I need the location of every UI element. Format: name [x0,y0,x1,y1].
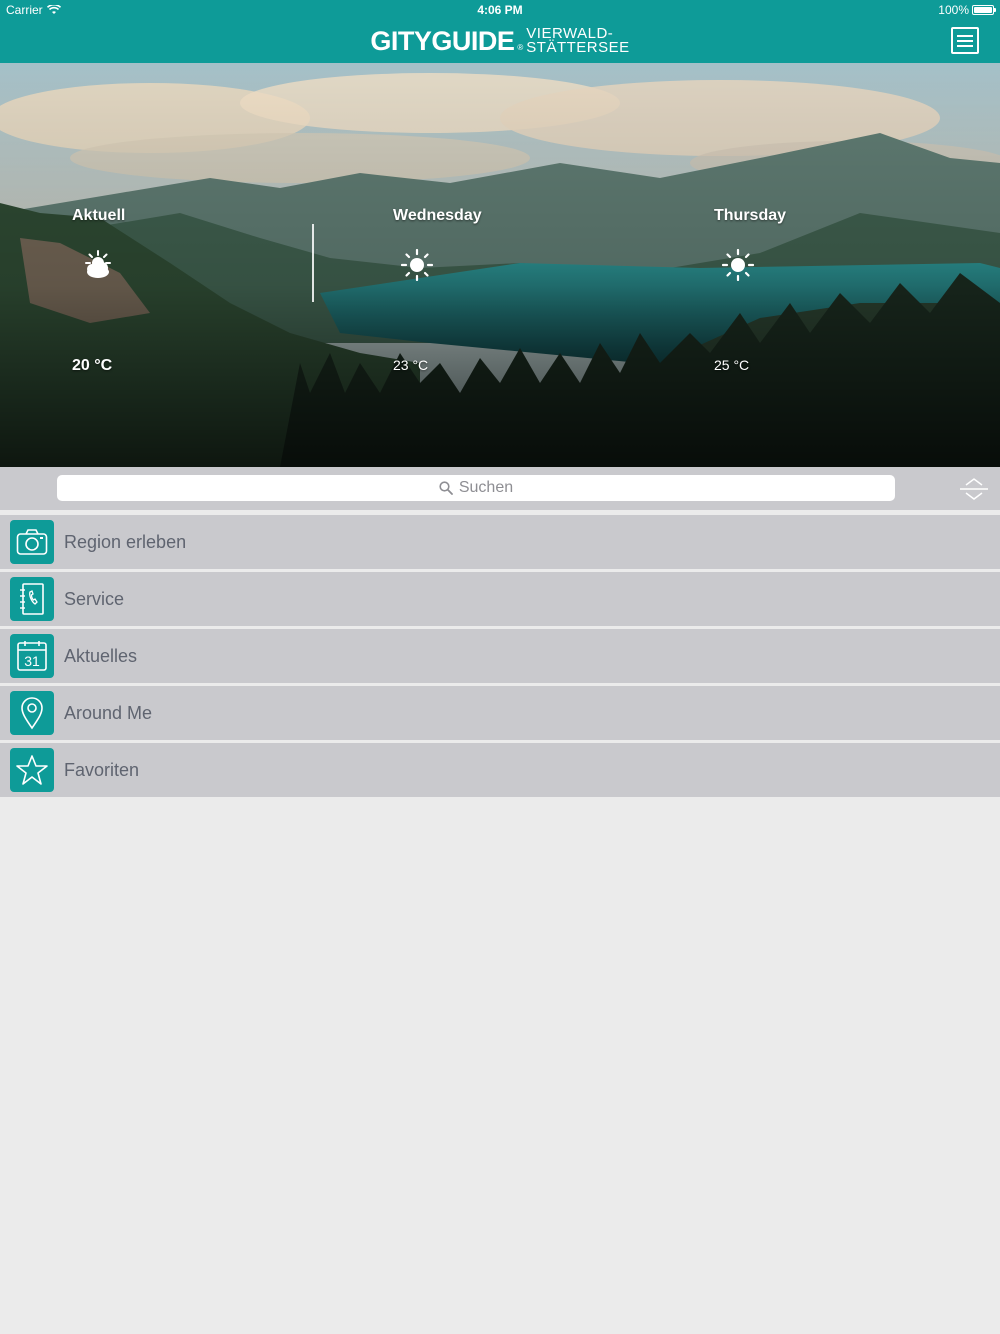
main-menu-list: Region erleben Service 31 Aktuelles Arou… [0,515,1000,800]
status-bar: Carrier 4:06 PM 100% [0,0,1000,20]
sort-chevrons-icon[interactable] [960,477,988,501]
top-bar: Carrier 4:06 PM 100% GITYGUIDE ® VIERWAL… [0,0,1000,63]
camera-icon [16,529,48,555]
weather-forecast-thursday: Thursday 25 °C [714,207,787,373]
weather-day-label: Thursday [714,207,787,224]
sun-icon [722,249,754,281]
app-logo: GITYGUIDE ® VIERWALD- STÄTTERSEE [0,24,1000,58]
search-icon [439,481,453,495]
weather-forecast-wednesday: Wednesday 23 °C [393,207,482,373]
menu-item-around-me[interactable]: Around Me [0,686,1000,740]
weather-day-label: Aktuell [72,207,126,224]
menu-item-region-erleben[interactable]: Region erleben [0,515,1000,569]
weather-temp: 25 °C [714,357,750,373]
menu-item-icon-tile [10,748,54,792]
menu-item-aktuelles[interactable]: 31 Aktuelles [0,629,1000,683]
menu-item-label: Around Me [64,702,153,723]
weather-temp: 20 °C [72,357,113,374]
menu-item-icon-tile: 31 [10,634,54,678]
menu-item-service[interactable]: Service [0,572,1000,626]
battery-icon [972,5,996,15]
partly-cloudy-icon [85,250,111,278]
menu-item-icon-tile [10,577,54,621]
menu-item-label: Favoriten [64,759,140,780]
weather-current: Aktuell 20 °C [72,207,126,374]
star-icon [16,755,48,785]
landscape-background-image [0,63,1000,467]
sun-icon [401,249,433,281]
menu-item-label: Service [64,588,125,609]
logo-brand: GITYGUIDE [370,25,515,56]
logo-subtitle-line2: STÄTTERSEE [526,39,630,56]
location-pin-icon [21,697,43,730]
battery-indicator: 100% [938,3,996,17]
logo-subtitle: VIERWALD- STÄTTERSEE [526,26,630,56]
logo-registered-mark: ® [517,43,524,52]
search-input[interactable]: Suchen [57,475,895,501]
hamburger-menu-icon[interactable] [951,27,979,54]
menu-item-icon-tile [10,691,54,735]
weather-divider [312,224,314,302]
phone-book-icon [20,583,44,615]
battery-percent: 100% [938,3,969,17]
menu-item-icon-tile [10,520,54,564]
search-bar: Suchen [0,467,1000,510]
calendar-icon: 31 [17,641,47,671]
menu-item-label: Region erleben [64,531,187,552]
weather-temp: 23 °C [393,357,429,373]
status-time: 4:06 PM [477,3,523,17]
weather-day-label: Wednesday [393,207,482,224]
menu-item-label: Aktuelles [64,645,138,666]
search-placeholder: Suchen [458,479,514,496]
weather-hero: Aktuell 20 °C Wednesday 23 °C Thursday 2… [0,63,1000,467]
menu-item-favoriten[interactable]: Favoriten [0,743,1000,797]
calendar-day-number: 31 [24,653,40,669]
